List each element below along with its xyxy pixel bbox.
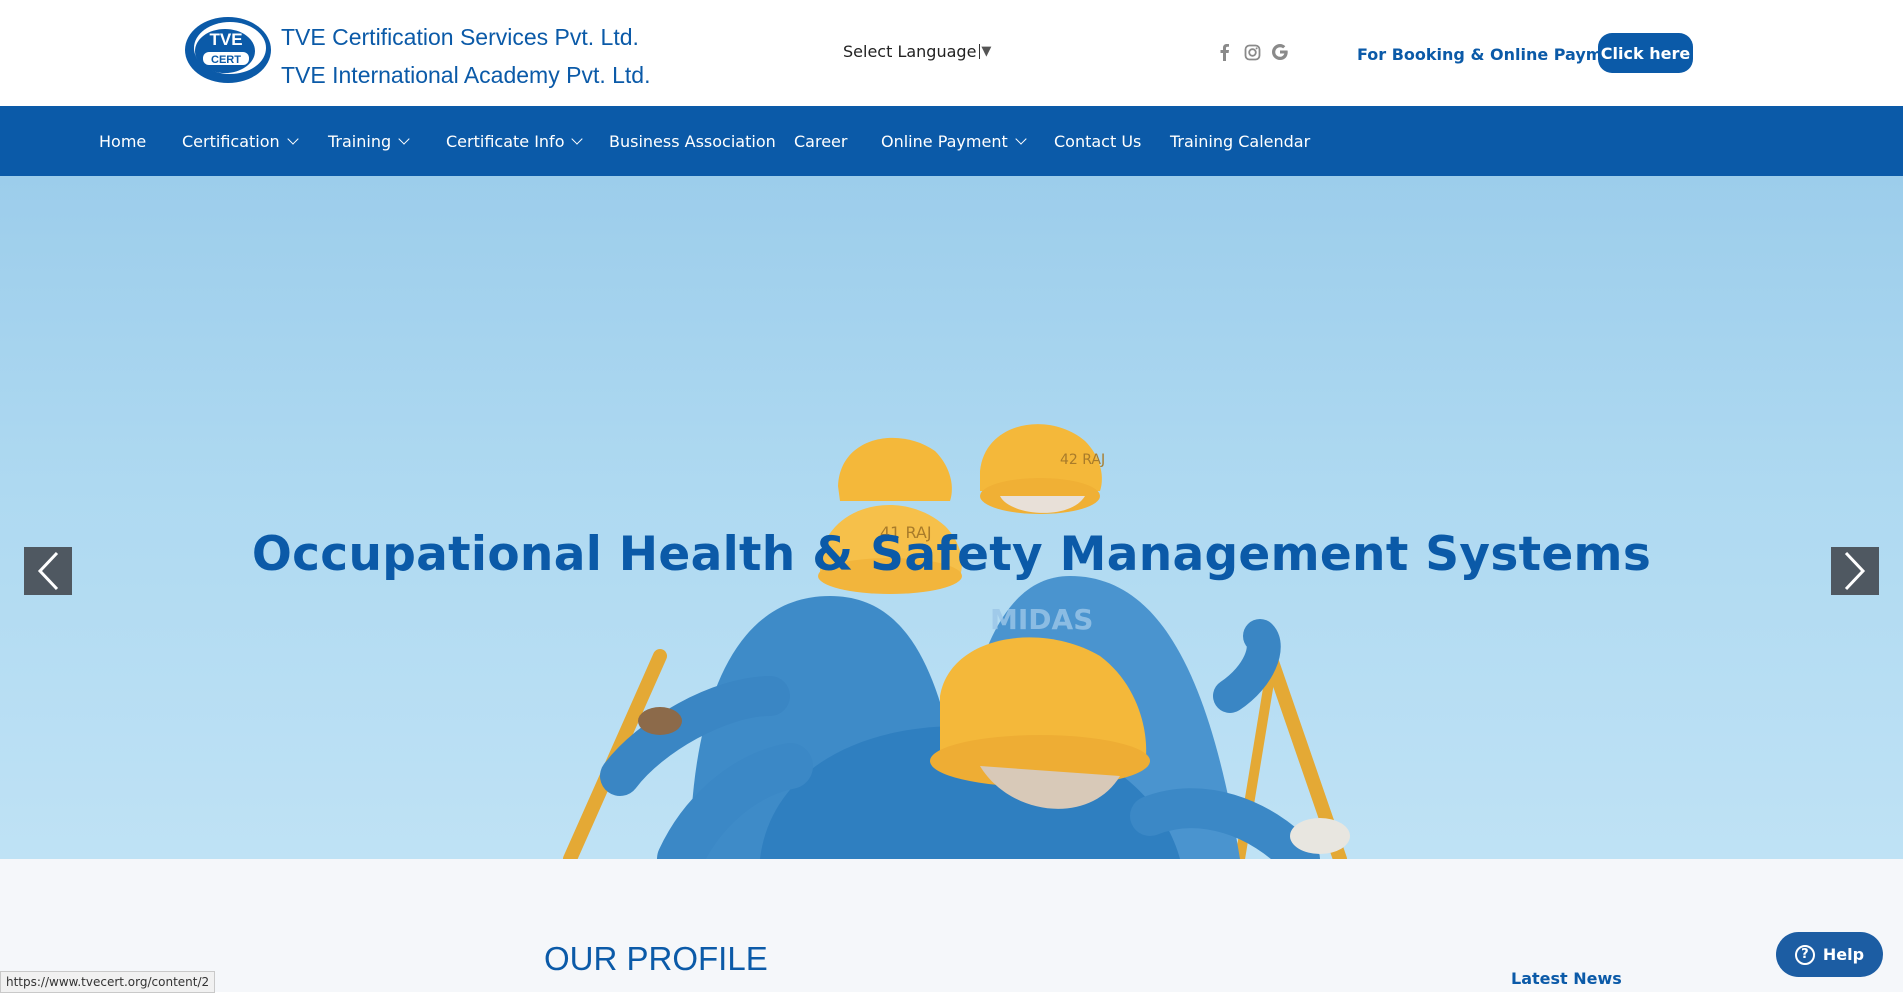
status-bar-url: https://www.tvecert.org/content/2 [0, 971, 216, 993]
nav-item-label: Online Payment [881, 131, 1008, 151]
nav-item-online-payment[interactable]: Online Payment [881, 106, 1027, 176]
nav-item-label: Business Association [609, 131, 776, 151]
nav-item-certification[interactable]: Certification [182, 106, 299, 176]
help-button[interactable]: ? Help [1776, 932, 1883, 977]
nav-item-training-calendar[interactable]: Training Calendar [1170, 106, 1310, 176]
latest-news-heading: Latest News [1511, 969, 1622, 988]
dropdown-caret-icon: ▼ [979, 44, 992, 59]
chevron-down-icon [286, 133, 299, 145]
slider-next-button[interactable] [1831, 547, 1879, 595]
nav-item-label: Home [99, 131, 147, 151]
logo-text-bottom: CERT [211, 54, 241, 66]
our-profile-heading: OUR PROFILE [544, 940, 768, 977]
nav-item-certificate-info[interactable]: Certificate Info [446, 106, 584, 176]
nav-item-label: Training Calendar [1170, 131, 1311, 151]
nav-item-training[interactable]: Training [328, 106, 410, 176]
chevron-right-icon [1844, 551, 1866, 591]
social-links [1215, 43, 1289, 61]
nav-item-home[interactable]: Home [99, 106, 146, 176]
help-label: Help [1822, 945, 1865, 964]
google-icon[interactable] [1271, 43, 1289, 61]
help-icon: ? [1794, 944, 1815, 965]
company-names[interactable]: TVE Certification Services Pvt. Ltd. TVE… [281, 18, 650, 94]
nav-item-business-association[interactable]: Business Association [609, 106, 776, 176]
hero-slider: 42 RAJ 41 RAJ MIDAS Occupational Health … [0, 176, 1903, 859]
nav-item-label: Certificate Info [446, 131, 565, 151]
nav-item-label: Certification [182, 131, 280, 151]
helmet-mark-42: 42 RAJ [1060, 452, 1105, 468]
workers-climbing-image: 42 RAJ 41 RAJ MIDAS [563, 424, 1350, 859]
click-here-button[interactable]: Click here [1598, 33, 1693, 73]
company-name-academy: TVE International Academy Pvt. Ltd. [281, 62, 651, 88]
hero-title: Occupational Health & Safety Management … [251, 527, 1652, 582]
tve-cert-logo[interactable]: TVE CERT [183, 15, 273, 85]
chevron-down-icon [571, 133, 584, 145]
language-select-label: Select Language [843, 42, 977, 61]
facebook-icon[interactable] [1215, 43, 1233, 61]
nav-item-contact-us[interactable]: Contact Us [1054, 106, 1141, 176]
nav-item-label: Training [328, 131, 392, 151]
chevron-down-icon [1015, 133, 1027, 145]
main-navigation: Home Certification Training Certificate … [0, 106, 1903, 176]
nav-item-label: Contact Us [1054, 131, 1142, 151]
language-select[interactable]: Select Language ▼ [843, 42, 991, 61]
instagram-icon[interactable] [1243, 43, 1261, 61]
nav-item-career[interactable]: Career [794, 106, 847, 176]
chevron-down-icon [398, 133, 410, 145]
logo-text-top: TVE [209, 30, 242, 49]
slider-prev-button[interactable] [24, 547, 72, 595]
site-header: TVE CERT TVE Certification Services Pvt.… [0, 0, 1903, 106]
chevron-left-icon [37, 551, 59, 591]
shirt-print: MIDAS [990, 603, 1093, 636]
nav-item-label: Career [794, 131, 848, 151]
company-name-certification: TVE Certification Services Pvt. Ltd. [281, 24, 639, 50]
